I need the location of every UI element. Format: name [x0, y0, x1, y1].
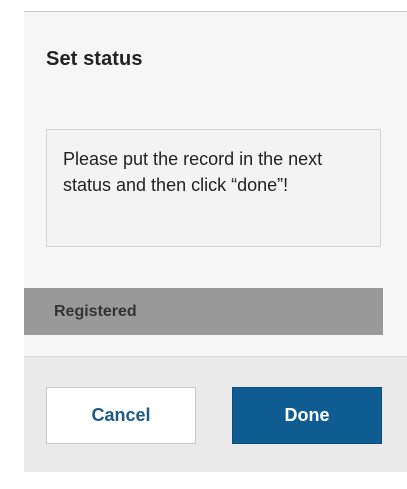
instruction-message: Please put the record in the next status…: [63, 149, 323, 195]
message-box: Please put the record in the next status…: [46, 129, 381, 247]
set-status-dialog: Set status Please put the record in the …: [24, 11, 407, 472]
cancel-button[interactable]: Cancel: [46, 387, 196, 444]
dialog-title: Set status: [46, 48, 143, 70]
done-button[interactable]: Done: [232, 387, 382, 444]
dialog-footer: Cancel Done: [24, 356, 407, 472]
status-label: Registered: [54, 302, 137, 320]
status-option-registered[interactable]: Registered: [24, 288, 383, 335]
